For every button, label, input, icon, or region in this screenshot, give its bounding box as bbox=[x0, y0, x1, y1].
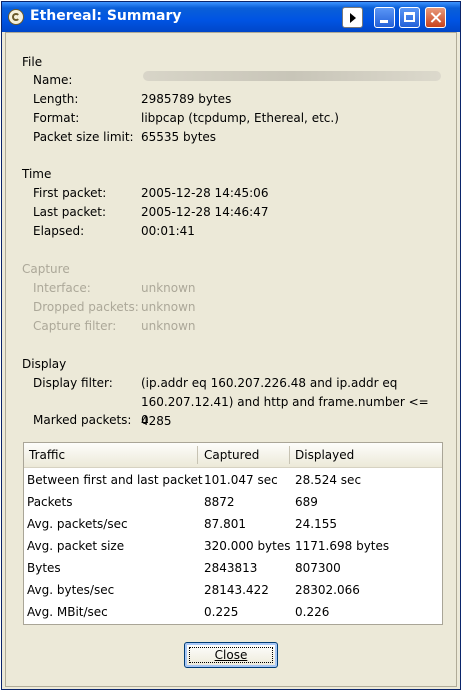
interface-label: Interface: bbox=[33, 281, 91, 295]
title-bar[interactable]: Ethereal: Summary bbox=[2, 2, 460, 32]
displayed-cell: 1171.698 bytes bbox=[295, 539, 390, 553]
close-icon[interactable] bbox=[425, 7, 446, 28]
elapsed-value: 00:01:41 bbox=[141, 224, 195, 238]
column-separator[interactable] bbox=[289, 446, 290, 464]
last-packet-label: Last packet: bbox=[33, 205, 107, 219]
table-row[interactable]: Packets 8872 689 bbox=[24, 492, 442, 514]
minimize-icon[interactable] bbox=[374, 7, 395, 28]
table-row[interactable]: Between first and last packet 101.047 se… bbox=[24, 470, 442, 492]
captured-cell: 87.801 bbox=[204, 517, 246, 531]
column-header-captured[interactable]: Captured bbox=[204, 448, 259, 462]
displayed-cell: 0.226 bbox=[295, 605, 330, 619]
interface-value: unknown bbox=[141, 281, 196, 295]
captured-cell: 2843813 bbox=[204, 561, 258, 575]
displayed-cell: 24.155 bbox=[295, 517, 337, 531]
table-row[interactable]: Avg. packets/sec 87.801 24.155 bbox=[24, 514, 442, 536]
summary-content: File Name: Length: 2985789 bytes Format:… bbox=[5, 32, 457, 687]
traffic-cell: Bytes bbox=[27, 561, 61, 575]
displayed-cell: 28.524 sec bbox=[295, 473, 362, 487]
time-heading: Time bbox=[22, 167, 52, 181]
first-packet-label: First packet: bbox=[33, 186, 107, 200]
traffic-cell: Avg. bytes/sec bbox=[27, 583, 115, 597]
table-row[interactable]: Avg. bytes/sec 28143.422 28302.066 bbox=[24, 580, 442, 602]
packet-size-limit-label: Packet size limit: bbox=[33, 130, 134, 144]
column-header-traffic[interactable]: Traffic bbox=[29, 448, 65, 462]
maximize-icon[interactable] bbox=[399, 7, 420, 28]
marked-packets-value: 0 bbox=[141, 413, 149, 427]
file-format-label: Format: bbox=[33, 111, 80, 125]
displayed-cell: 689 bbox=[295, 495, 318, 509]
traffic-table-header: Traffic Captured Displayed bbox=[24, 443, 442, 468]
last-packet-value: 2005-12-28 14:46:47 bbox=[141, 205, 269, 219]
window-title: Ethereal: Summary bbox=[30, 8, 182, 24]
summary-window: Ethereal: Summary File Name: Length: 298… bbox=[1, 1, 461, 690]
traffic-table: Traffic Captured Displayed Between first… bbox=[23, 442, 443, 625]
captured-cell: 101.047 sec bbox=[204, 473, 278, 487]
file-name-redacted bbox=[143, 71, 441, 81]
traffic-cell: Between first and last packet bbox=[27, 473, 203, 487]
captured-cell: 28143.422 bbox=[204, 583, 269, 597]
captured-cell: 8872 bbox=[204, 495, 235, 509]
capture-filter-label: Capture filter: bbox=[33, 319, 117, 333]
display-filter-value: (ip.addr eq 160.207.226.48 and ip.addr e… bbox=[141, 376, 429, 428]
file-length-value: 2985789 bytes bbox=[141, 92, 232, 106]
column-separator[interactable] bbox=[197, 446, 198, 464]
column-header-displayed[interactable]: Displayed bbox=[295, 448, 354, 462]
display-filter-label: Display filter: bbox=[33, 376, 113, 390]
close-button[interactable]: Close bbox=[184, 642, 278, 668]
capture-filter-value: unknown bbox=[141, 319, 196, 333]
captured-cell: 0.225 bbox=[204, 605, 239, 619]
capture-heading: Capture bbox=[22, 262, 70, 276]
file-format-value: libpcap (tcpdump, Ethereal, etc.) bbox=[141, 111, 339, 125]
first-packet-value: 2005-12-28 14:45:06 bbox=[141, 186, 269, 200]
displayed-cell: 807300 bbox=[295, 561, 341, 575]
traffic-cell: Avg. packet size bbox=[27, 539, 125, 553]
dropped-packets-value: unknown bbox=[141, 300, 196, 314]
table-row[interactable]: Bytes 2843813 807300 bbox=[24, 558, 442, 580]
marked-packets-label: Marked packets: bbox=[33, 413, 132, 427]
table-row[interactable]: Avg. MBit/sec 0.225 0.226 bbox=[24, 602, 442, 624]
display-heading: Display bbox=[22, 357, 67, 371]
packet-size-limit-value: 65535 bytes bbox=[141, 130, 217, 144]
menu-arrow-icon[interactable] bbox=[342, 7, 363, 28]
focus-ring bbox=[189, 647, 273, 663]
displayed-cell: 28302.066 bbox=[295, 583, 360, 597]
elapsed-label: Elapsed: bbox=[33, 224, 85, 238]
table-row[interactable]: Avg. packet size 320.000 bytes 1171.698 … bbox=[24, 536, 442, 558]
traffic-cell: Avg. packets/sec bbox=[27, 517, 128, 531]
ethereal-icon[interactable] bbox=[8, 9, 24, 25]
dropped-packets-label: Dropped packets: bbox=[33, 300, 139, 314]
captured-cell: 320.000 bytes bbox=[204, 539, 291, 553]
traffic-cell: Avg. MBit/sec bbox=[27, 605, 108, 619]
file-heading: File bbox=[22, 55, 43, 69]
traffic-cell: Packets bbox=[27, 495, 73, 509]
file-name-label: Name: bbox=[33, 73, 73, 87]
file-length-label: Length: bbox=[33, 92, 79, 106]
